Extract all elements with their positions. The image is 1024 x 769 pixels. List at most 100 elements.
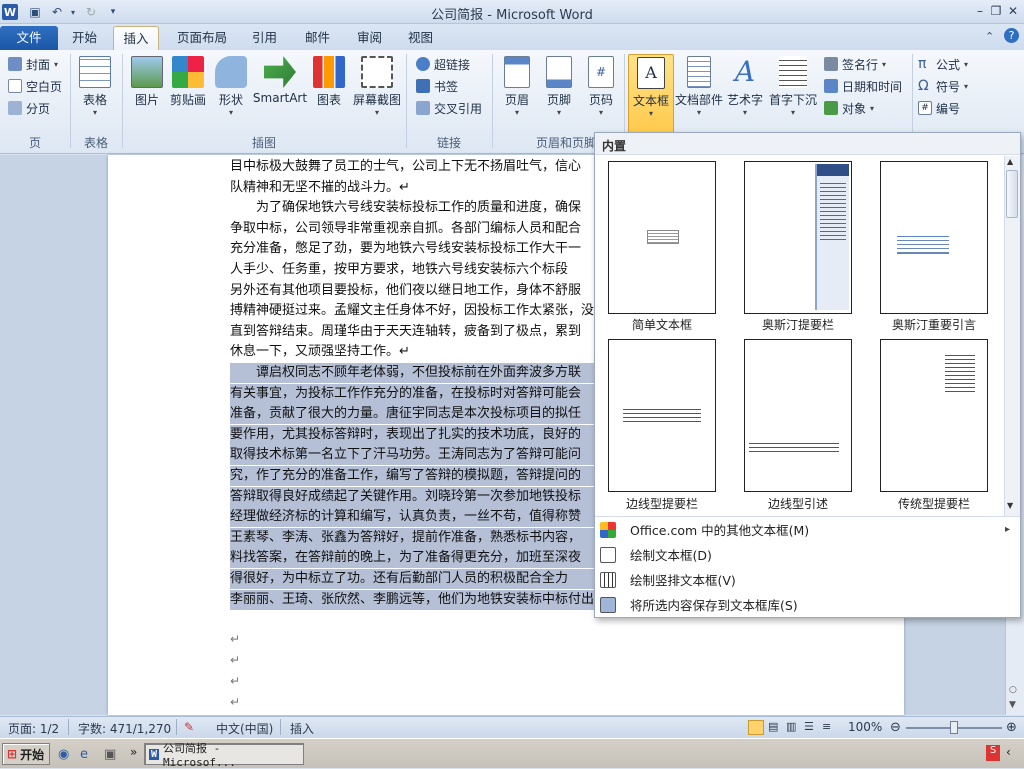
tab-mailings[interactable]: 邮件 <box>295 26 340 50</box>
insert-mode[interactable]: 插入 <box>290 720 314 737</box>
draft-view-icon[interactable]: ≡ <box>822 720 831 733</box>
gallery-label: 边线型提要栏 <box>625 497 698 511</box>
selected-text-line[interactable]: 取得技术标第一名立下了汗马功劳。王涛同志为了答辩可能问 <box>230 445 594 466</box>
start-button[interactable]: ⊞ 开始 <box>2 743 50 765</box>
close-icon[interactable]: ✕ <box>1005 3 1021 19</box>
print-layout-view-icon[interactable] <box>748 720 764 735</box>
shapes-button[interactable]: 形状 ▾ <box>208 54 254 124</box>
help-icon[interactable]: ? <box>1004 28 1019 43</box>
hyperlink-button[interactable]: 超链接 <box>416 54 470 74</box>
page-break-button[interactable]: 分页 <box>8 98 50 118</box>
gallery-item-austin-sidebar[interactable] <box>744 161 852 314</box>
gallery-scrollbar[interactable]: ▲ ▼ <box>1004 156 1020 516</box>
text-line[interactable]: 直到答辩结束。周瑾华由于天天连轴转，疲备到了极点，累到 <box>230 322 594 342</box>
browse-object-icon[interactable]: ○ <box>1009 685 1017 695</box>
selected-text-line[interactable]: 谭启权同志不顾年老体弱，不但投标前在外面奔波多方联 <box>230 363 594 383</box>
quick-parts-button[interactable]: 文档部件 ▾ <box>674 54 724 124</box>
header-button[interactable]: 页眉 ▾ <box>494 54 540 124</box>
text-line[interactable]: 队精神和无坚不摧的战斗力。↵ <box>230 178 594 198</box>
tab-references[interactable]: 引用 <box>242 26 287 50</box>
draw-vertical-text-box[interactable]: 绘制竖排文本框(V) <box>595 567 1020 592</box>
selected-text-line[interactable]: 究，作了充分的准备工作，编写了答辩的模拟题，答辩提问的 <box>230 466 594 486</box>
symbol-button[interactable]: Ω 符号 ▾ <box>918 76 968 96</box>
gallery-scroll-thumb[interactable] <box>1006 170 1018 218</box>
page-number-button[interactable]: # 页码 ▾ <box>578 54 624 124</box>
gallery-item-traditional-sidebar[interactable] <box>880 339 988 492</box>
title-bar: W ▣ ↶ ▾ ↻ ▾ 公司简报 - Microsoft Word – ❐ ✕ <box>0 0 1024 24</box>
zoom-slider-thumb[interactable] <box>950 721 958 734</box>
drop-cap-button[interactable]: 首字下沉 ▾ <box>768 54 818 124</box>
blank-page-button[interactable]: 空白页 <box>8 76 62 96</box>
word-count[interactable]: 字数: 471/1,270 <box>78 720 171 737</box>
tab-insert[interactable]: 插入 <box>113 26 159 50</box>
page-count[interactable]: 页面: 1/2 <box>8 720 59 737</box>
taskbar-word-window[interactable]: W 公司简报 - Microsof... <box>144 742 304 769</box>
next-page-icon[interactable]: ▼ <box>1009 700 1016 710</box>
signature-line-button[interactable]: 签名行 ▾ <box>824 54 886 74</box>
text-line[interactable]: 搏精神硬挺过来。孟耀文主任身体不好，因投标工作太紧张，没 <box>230 301 594 321</box>
tray-expand-icon[interactable]: ‹ <box>1006 745 1011 759</box>
picture-button[interactable]: 图片 <box>124 54 170 124</box>
selected-text-line[interactable]: 料找答案，在答辩前的晚上，为了准备得更充分，加班至深夜 <box>230 548 594 569</box>
tab-review[interactable]: 审阅 <box>347 26 392 50</box>
numbering-button[interactable]: # 编号 <box>918 98 960 118</box>
selected-text-line[interactable]: 得很好，为中标立了功。还有后勤部门人员的积极配合全力 <box>230 569 594 589</box>
outline-view-icon[interactable]: ☰ <box>804 720 814 733</box>
selected-text-line[interactable]: 王素琴、李涛、张鑫为答辩好，提前作准备，熟悉标书内容， <box>230 527 594 548</box>
text-line[interactable]: 另外还有其他项目要投标，他们夜以继日地工作，身体不舒服 <box>230 281 594 301</box>
equation-button[interactable]: π 公式 ▾ <box>918 54 968 74</box>
bookmark-button[interactable]: 书签 <box>416 76 458 96</box>
zoom-out-icon[interactable]: ⊖ <box>890 720 901 735</box>
text-box-button[interactable]: A 文本框 ▾ <box>628 54 674 136</box>
scroll-up-icon[interactable]: ▲ <box>1007 157 1013 166</box>
cross-reference-button[interactable]: 交叉引用 <box>416 98 482 118</box>
text-line[interactable]: 充分准备，憋足了劲，要为地铁六号线安装标投标工作大干一 <box>230 239 594 259</box>
screenshot-button[interactable]: 屏幕截图 ▾ <box>350 54 404 124</box>
table-button[interactable]: 表格 ▾ <box>72 54 118 124</box>
date-time-button[interactable]: 日期和时间 <box>824 76 902 96</box>
language[interactable]: 中文(中国) <box>216 720 273 737</box>
collapse-ribbon-icon[interactable]: ⌃ <box>985 30 994 43</box>
quick-launch-more-icon[interactable]: » <box>130 745 137 759</box>
tab-file[interactable]: 文件 <box>0 26 58 50</box>
proofing-icon[interactable]: ✎ <box>184 720 194 734</box>
quick-launch-browser-icon[interactable]: e <box>80 747 88 762</box>
text-line[interactable]: 目中标极大鼓舞了员工的士气，公司上下无不扬眉吐气，信心 <box>230 157 594 177</box>
quick-launch-ie-icon[interactable]: ◉ <box>58 747 69 762</box>
gallery-item-austin-quote[interactable] <box>880 161 988 314</box>
object-button[interactable]: 对象 ▾ <box>824 98 874 118</box>
more-text-boxes-office-com[interactable]: Office.com 中的其他文本框(M) ▸ <box>595 517 1020 542</box>
tab-view[interactable]: 视图 <box>398 26 443 50</box>
web-layout-view-icon[interactable]: ▥ <box>786 720 796 733</box>
tray-app-icon[interactable]: S <box>986 745 1000 761</box>
selected-text-line[interactable]: 有关事宜，为投标工作作充分的准备，在投标时对答辩可能会 <box>230 383 594 404</box>
clipart-button[interactable]: 剪贴画 <box>165 54 211 124</box>
draw-text-box[interactable]: 绘制文本框(D) <box>595 542 1020 567</box>
restore-icon[interactable]: ❐ <box>988 3 1004 19</box>
selected-text-line[interactable]: 准备，贡献了很大的力量。唐征宇同志是本次投标项目的拟任 <box>230 404 594 425</box>
save-selection-to-gallery[interactable]: 将所选内容保存到文本框库(S) <box>595 592 1020 617</box>
tab-page-layout[interactable]: 页面布局 <box>167 26 237 50</box>
smartart-button[interactable]: SmartArt <box>252 54 308 124</box>
gallery-item-sideline-quote[interactable] <box>744 339 852 492</box>
minimize-icon[interactable]: – <box>972 3 988 19</box>
full-screen-view-icon[interactable]: ▤ <box>768 720 778 733</box>
gallery-item-simple-text-box[interactable] <box>608 161 716 314</box>
chart-button[interactable]: 图表 <box>306 54 352 124</box>
quick-launch-app-icon[interactable]: ▣ <box>104 747 116 762</box>
zoom-in-icon[interactable]: ⊕ <box>1006 720 1017 735</box>
text-line[interactable]: 人手少、任务重，按甲方要求，地铁六号线安装标六个标段 <box>230 260 594 280</box>
selected-text-line[interactable]: 要作用，尤其投标答辩时，表现出了扎实的技术功底，良好的 <box>230 424 594 445</box>
footer-button[interactable]: 页脚 ▾ <box>536 54 582 124</box>
text-line[interactable]: 争取中标，公司领导非常重视亲自抓。各部门编标人员和配合 <box>230 219 594 239</box>
selected-text-line[interactable]: 答辩取得良好成绩起了关键作用。刘晓玲第一次参加地铁投标 <box>230 486 594 507</box>
gallery-item-sideline-sidebar[interactable] <box>608 339 716 492</box>
text-line[interactable]: 休息一下，又顽强坚持工作。↵ <box>230 342 594 362</box>
wordart-button[interactable]: A 艺术字 ▾ <box>722 54 768 124</box>
zoom-level[interactable]: 100% <box>848 720 882 734</box>
selected-text-line[interactable]: 经理做经济标的计算和编写，认真负责，一丝不苟，值得称赞 <box>230 507 594 528</box>
scroll-down-icon[interactable]: ▼ <box>1007 501 1013 510</box>
cover-page-button[interactable]: 封面 ▾ <box>8 54 58 74</box>
text-line[interactable]: 为了确保地铁六号线安装标投标工作的质量和进度，确保 <box>230 198 594 218</box>
tab-home[interactable]: 开始 <box>62 26 107 50</box>
